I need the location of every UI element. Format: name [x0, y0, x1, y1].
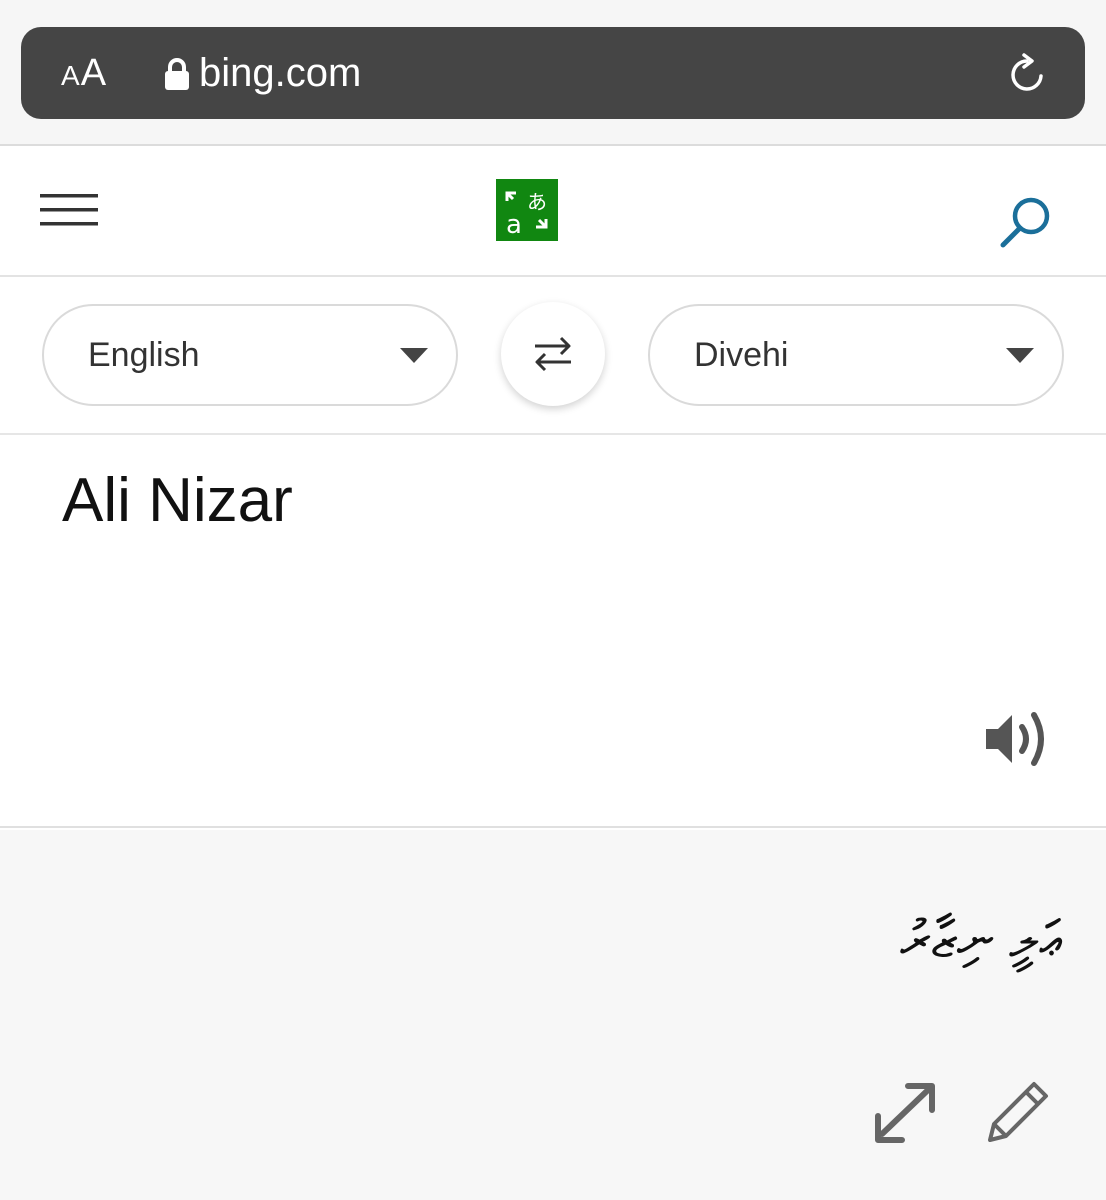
- speaker-icon[interactable]: [982, 705, 1054, 773]
- page: AA bing.com a あ English Divehi Ali Nizar…: [0, 0, 1106, 1200]
- source-language-label: English: [88, 336, 200, 374]
- url-text: bing.com: [199, 51, 362, 95]
- pencil-icon[interactable]: [984, 1078, 1052, 1146]
- text-size-button[interactable]: AA: [61, 27, 107, 119]
- svg-text:あ: あ: [527, 190, 547, 214]
- source-text[interactable]: Ali Nizar: [62, 465, 293, 536]
- translated-text: ޢަލީ ނިޒާރު: [900, 910, 1062, 970]
- source-text-area[interactable]: Ali Nizar: [0, 435, 1106, 828]
- chevron-down-icon: [400, 348, 428, 363]
- source-language-dropdown[interactable]: English: [42, 304, 458, 406]
- browser-chrome: AA bing.com: [0, 0, 1106, 146]
- menu-icon[interactable]: [38, 192, 100, 228]
- reload-icon[interactable]: [1005, 52, 1049, 96]
- search-icon[interactable]: [998, 194, 1054, 250]
- address-bar[interactable]: AA bing.com: [21, 27, 1085, 119]
- translation-output-panel: ޢަލީ ނިޒާރު: [0, 830, 1106, 1200]
- swap-languages-button[interactable]: [501, 302, 605, 406]
- svg-text:a: a: [506, 210, 522, 240]
- expand-icon[interactable]: [870, 1078, 940, 1146]
- swap-icon: [535, 336, 571, 372]
- chevron-down-icon: [1006, 348, 1034, 363]
- translator-logo[interactable]: a あ: [496, 179, 558, 241]
- app-header: a あ: [0, 146, 1106, 277]
- target-language-dropdown[interactable]: Divehi: [648, 304, 1064, 406]
- lock-icon: [165, 58, 189, 90]
- target-language-label: Divehi: [694, 336, 789, 374]
- language-selector-row: English Divehi: [0, 277, 1106, 435]
